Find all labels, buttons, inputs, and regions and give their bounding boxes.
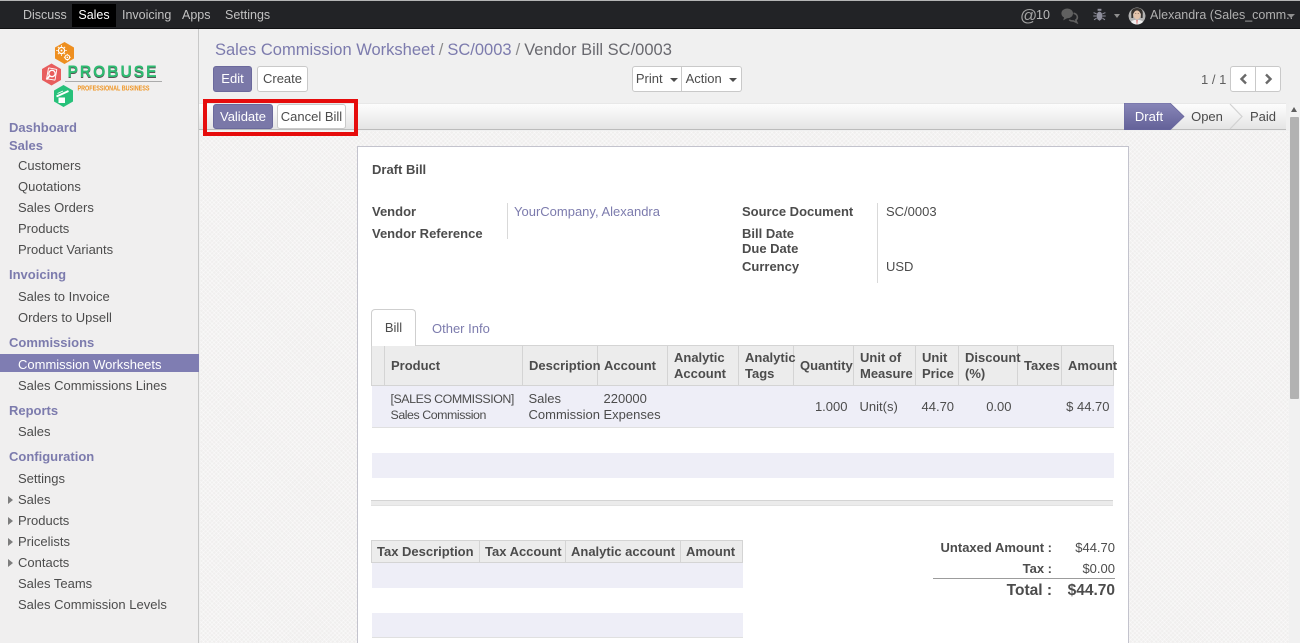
- svg-text:PROBUSE: PROBUSE: [68, 63, 159, 81]
- svg-text:Open: Open: [1191, 109, 1223, 124]
- svg-text:PROFESSIONAL BUSINESS: PROFESSIONAL BUSINESS: [78, 84, 150, 93]
- svg-text:Draft: Draft: [1135, 109, 1164, 124]
- svg-text:Paid: Paid: [1250, 109, 1276, 124]
